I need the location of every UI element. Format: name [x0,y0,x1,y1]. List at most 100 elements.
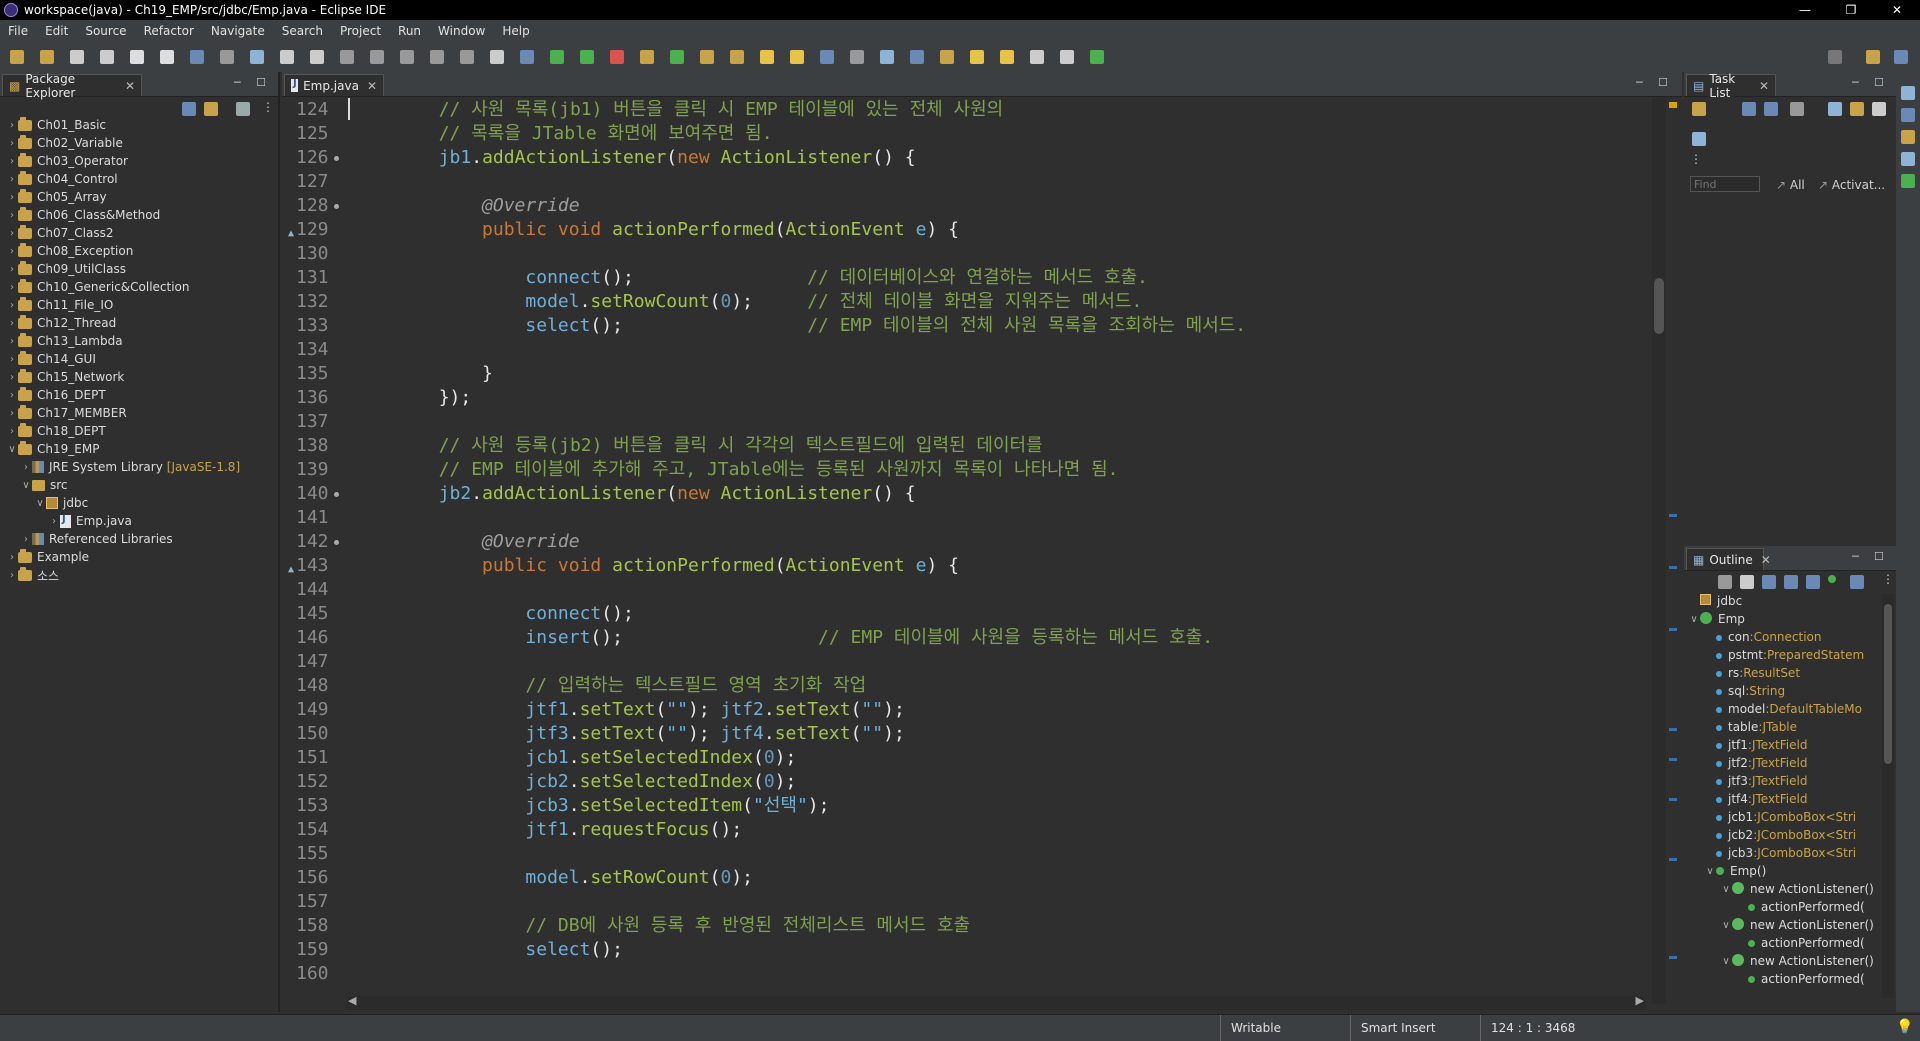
all-filter-link[interactable]: ↗ All [1776,178,1805,192]
view-menu-icon[interactable]: ⋮ [1882,572,1894,586]
chevron-right-icon[interactable]: › [6,192,18,203]
close-icon[interactable]: ✕ [1759,79,1769,93]
chevron-right-icon[interactable]: › [6,120,18,131]
chevron-down-icon[interactable]: ∨ [1704,866,1716,877]
menu-item-source[interactable]: Source [77,24,135,38]
code-line[interactable]: 124 // 사원 목록(jb1) 버튼을 클릭 시 EMP 테이블에 있는 전… [286,98,1650,122]
toggle-view-icon[interactable] [190,50,204,64]
chevron-right-icon[interactable]: › [6,228,18,239]
occurrence-marker[interactable] [1669,858,1677,861]
debug-icon[interactable] [520,50,534,64]
outline-field[interactable]: jtf3 : JTextField [1704,772,1807,790]
fold-marker-icon[interactable] [334,540,339,545]
outline-field[interactable]: pstmt : PreparedStatem [1704,646,1864,664]
java-doc-icon[interactable] [1901,130,1915,144]
project-item[interactable]: › Ch14_GUI [6,350,96,368]
console-icon[interactable] [1901,152,1915,166]
drop-frame-icon[interactable] [460,50,474,64]
code-line[interactable]: 148 // 입력하는 텍스트필드 영역 초기화 작업 [286,674,1650,698]
code-line[interactable]: 136 }); [286,386,1650,410]
chevron-right-icon[interactable]: › [6,390,18,401]
code-line[interactable]: 143 ▲ public void actionPerformed(ActionE… [286,554,1650,578]
outline-method[interactable]: actionPerformed( [1736,970,1865,988]
outline-method[interactable]: actionPerformed( [1736,898,1865,916]
project-item[interactable]: › Ch04_Control [6,170,118,188]
annotation-icon[interactable] [790,50,804,64]
menu-item-help[interactable]: Help [494,24,538,38]
outline-field[interactable]: sql : String [1704,682,1785,700]
redo-icon[interactable] [160,50,174,64]
code-line[interactable]: 154 jtf1.requestFocus(); [286,818,1650,842]
tab-task-list[interactable]: ▤ Task List ✕ [1686,72,1776,100]
link-editor-icon[interactable] [1850,575,1864,589]
pin-editor-icon[interactable] [1060,50,1074,64]
hide-static-icon[interactable] [1784,575,1798,589]
connect-icon[interactable] [1692,132,1706,146]
code-line[interactable]: 138 // 사원 등록(jb2) 버튼을 클릭 시 각각의 텍스트필드에 입력… [286,434,1650,458]
link-editor-icon[interactable] [204,102,218,116]
code-line[interactable]: 125 // 목록을 JTable 화면에 보여주면 됨. [286,122,1650,146]
filter-icon[interactable] [236,102,250,116]
code-line[interactable]: 133 select(); // EMP 테이블의 전체 사원 목록을 조회하는… [286,314,1650,338]
chevron-right-icon[interactable]: › [6,174,18,185]
prev-annotation-icon[interactable] [940,50,954,64]
collapse-icon[interactable] [1872,102,1886,116]
project-item[interactable]: › Ch08_Exception [6,242,133,260]
occurrence-marker[interactable] [1669,758,1677,761]
collapse-all-icon[interactable] [1740,575,1754,589]
overview-ruler[interactable] [1668,98,1678,1004]
outline-constructor[interactable]: ∨ Emp() [1704,862,1766,880]
activate-link[interactable]: ↗ Activat... [1818,178,1885,192]
fold-marker-icon[interactable] [334,204,339,209]
minimize-view-button[interactable]: ─ [1852,550,1859,563]
open-icon[interactable] [40,50,54,64]
find-input[interactable] [1690,176,1760,192]
external-tools-icon[interactable] [610,50,624,64]
java-perspective-icon[interactable] [1090,50,1104,64]
chevron-right-icon[interactable]: › [6,246,18,257]
chevron-right-icon[interactable]: › [6,210,18,221]
menu-item-navigate[interactable]: Navigate [203,24,274,38]
project-item[interactable]: › Ch07_Class2 [6,224,113,242]
occurrence-marker[interactable] [1669,728,1677,731]
project-item[interactable]: › Ch01_Basic [6,116,106,134]
chevron-right-icon[interactable]: › [20,534,32,545]
new-package-icon[interactable] [640,50,654,64]
code-line[interactable]: 152 jcb2.setSelectedIndex(0); [286,770,1650,794]
menu-item-edit[interactable]: Edit [37,24,77,38]
project-item[interactable]: › Ch02_Variable [6,134,123,152]
project-item[interactable]: ∨ Ch19_EMP [6,440,99,458]
project-item[interactable]: › Ch16_DEPT [6,386,106,404]
code-line[interactable]: 128 @Override [286,194,1650,218]
java-perspective-icon[interactable] [1894,50,1908,64]
maximize-view-button[interactable]: ☐ [256,76,266,89]
outline-field[interactable]: jcb1 : JComboBox<Stri [1704,808,1856,826]
next-annotation-icon[interactable] [910,50,924,64]
tip-icon[interactable]: 💡 [1896,1019,1913,1035]
scrollbar-thumb[interactable] [1654,278,1664,334]
search-icon[interactable] [760,50,774,64]
use-step-filters-icon[interactable] [490,50,504,64]
code-line[interactable]: 144 [286,578,1650,602]
code-line[interactable]: 155 [286,842,1650,866]
hide-fields-icon[interactable] [1762,575,1776,589]
scheduled-icon[interactable] [1764,102,1778,116]
code-line[interactable]: 150 jtf3.setText(""); jtf4.setText(""); [286,722,1650,746]
occurrence-marker[interactable] [1669,956,1677,959]
chevron-right-icon[interactable]: › [6,354,18,365]
code-line[interactable]: 132 model.setRowCount(0); // 전체 테이블 화면을 … [286,290,1650,314]
occurrence-marker[interactable] [1669,566,1677,569]
fold-marker-icon[interactable] [334,156,339,161]
outline-field[interactable]: con : Connection [1704,628,1822,646]
occurrence-marker[interactable] [1669,628,1677,631]
restore-button[interactable]: ❐ [1828,0,1874,20]
warning-marker[interactable] [1669,102,1677,108]
chevron-right-icon[interactable]: › [6,552,18,563]
project-item[interactable]: › Ch03_Operator [6,152,128,170]
occurrence-marker[interactable] [1669,798,1677,801]
outline-field[interactable]: jtf4 : JTextField [1704,790,1807,808]
minimize-view-button[interactable]: ─ [234,76,241,89]
menu-item-window[interactable]: Window [430,24,494,38]
vertical-scrollbar[interactable] [1652,98,1666,1004]
maximize-view-button[interactable]: ☐ [1874,76,1884,89]
